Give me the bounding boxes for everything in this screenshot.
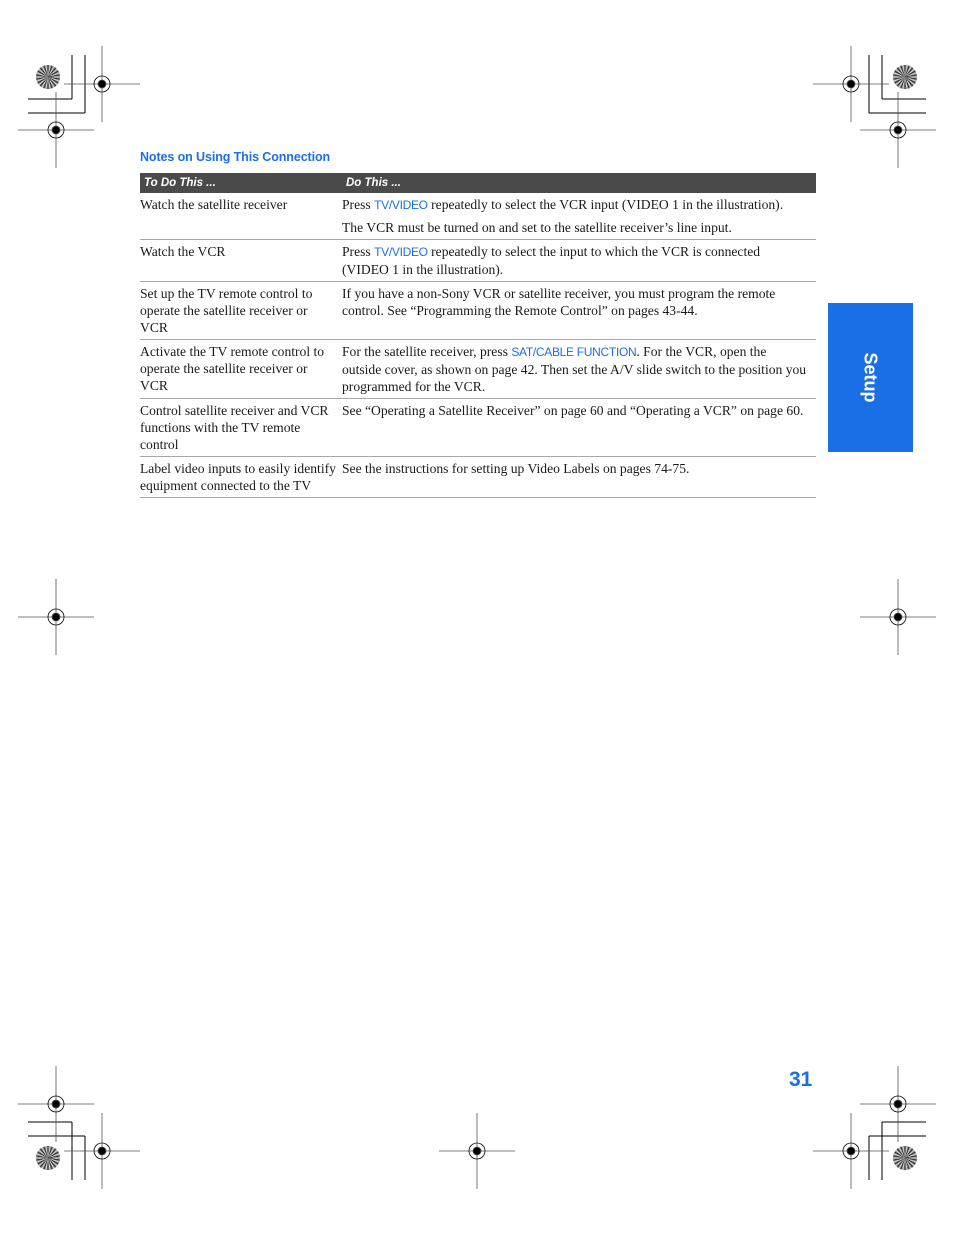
remote-button-name: TV/VIDEO [374, 198, 428, 212]
action-text: See the instructions for setting up Vide… [342, 461, 690, 476]
registration-crosshair-icon [64, 46, 140, 122]
action-text: The VCR must be turned on and set to the… [342, 220, 732, 235]
action-cell: For the satellite receiver, press SAT/CA… [342, 339, 816, 399]
action-cell: Press TV/VIDEO repeatedly to select the … [342, 239, 816, 282]
action-cell: See “Operating a Satellite Receiver” on … [342, 398, 816, 457]
table-row: Set up the TV remote control to operate … [140, 281, 816, 340]
registration-crosshair-icon [813, 46, 889, 122]
action-paragraph: See “Operating a Satellite Receiver” on … [342, 402, 808, 419]
color-bar-star-icon [36, 1146, 60, 1170]
registration-crosshair-icon [18, 579, 94, 655]
task-cell: Set up the TV remote control to operate … [140, 281, 342, 340]
color-bar-star-icon [893, 1146, 917, 1170]
page-number: 31 [789, 1068, 813, 1091]
registration-crosshair-icon [18, 92, 94, 168]
task-cell: Watch the satellite receiver [140, 193, 342, 240]
action-cell: If you have a non-Sony VCR or satellite … [342, 281, 816, 340]
registration-crosshair-icon [439, 1113, 515, 1189]
table-row: Activate the TV remote control to operat… [140, 339, 816, 399]
remote-button-name: SAT/CABLE FUNCTION [511, 345, 637, 359]
remote-button-name: TV/VIDEO [374, 245, 428, 259]
section-tab-label: Setup [860, 352, 881, 403]
action-text: repeatedly to select the VCR input (VIDE… [427, 197, 784, 212]
table-header-row: To Do This ... Do This ... [140, 173, 816, 193]
section-tab-setup[interactable]: Setup [828, 303, 913, 452]
action-text: See “Operating a Satellite Receiver” on … [342, 403, 804, 418]
registration-crosshair-icon [18, 1066, 94, 1142]
table-row: Control satellite receiver and VCR funct… [140, 398, 816, 457]
action-text: Press [342, 244, 375, 259]
registration-crosshair-icon [860, 579, 936, 655]
registration-crosshair-icon [860, 1066, 936, 1142]
notes-table: To Do This ... Do This ... Watch the sat… [140, 173, 816, 498]
task-cell: Activate the TV remote control to operat… [140, 339, 342, 399]
registration-crosshair-icon [860, 92, 936, 168]
task-cell: Control satellite receiver and VCR funct… [140, 398, 342, 457]
column-header-task: To Do This ... [140, 173, 342, 193]
action-paragraph: The VCR must be turned on and set to the… [342, 219, 808, 236]
action-cell: Press TV/VIDEO repeatedly to select the … [342, 193, 816, 240]
action-text: If you have a non-Sony VCR or satellite … [342, 286, 776, 318]
table-row: Watch the VCR Press TV/VIDEO repeatedly t… [140, 239, 816, 282]
action-cell: See the instructions for setting up Vide… [342, 456, 816, 498]
action-paragraph: Press TV/VIDEO repeatedly to select the … [342, 196, 808, 214]
action-paragraph: If you have a non-Sony VCR or satellite … [342, 285, 808, 319]
color-bar-star-icon [893, 65, 917, 89]
action-paragraph: See the instructions for setting up Vide… [342, 460, 808, 477]
registration-crosshair-icon [64, 1113, 140, 1189]
task-cell: Label video inputs to easily identify eq… [140, 456, 342, 498]
action-text: For the satellite receiver, press [342, 344, 512, 359]
table-row: Label video inputs to easily identify eq… [140, 456, 816, 498]
color-bar-star-icon [36, 65, 60, 89]
table-row: Watch the satellite receiver Press TV/VID… [140, 193, 816, 240]
action-paragraph: Press TV/VIDEO repeatedly to select the … [342, 243, 808, 278]
section-title: Notes on Using This Connection [140, 150, 331, 164]
action-paragraph: For the satellite receiver, press SAT/CA… [342, 343, 808, 395]
column-header-action: Do This ... [342, 173, 816, 193]
registration-crosshair-icon [813, 1113, 889, 1189]
action-text: Press [342, 197, 375, 212]
task-cell: Watch the VCR [140, 239, 342, 282]
